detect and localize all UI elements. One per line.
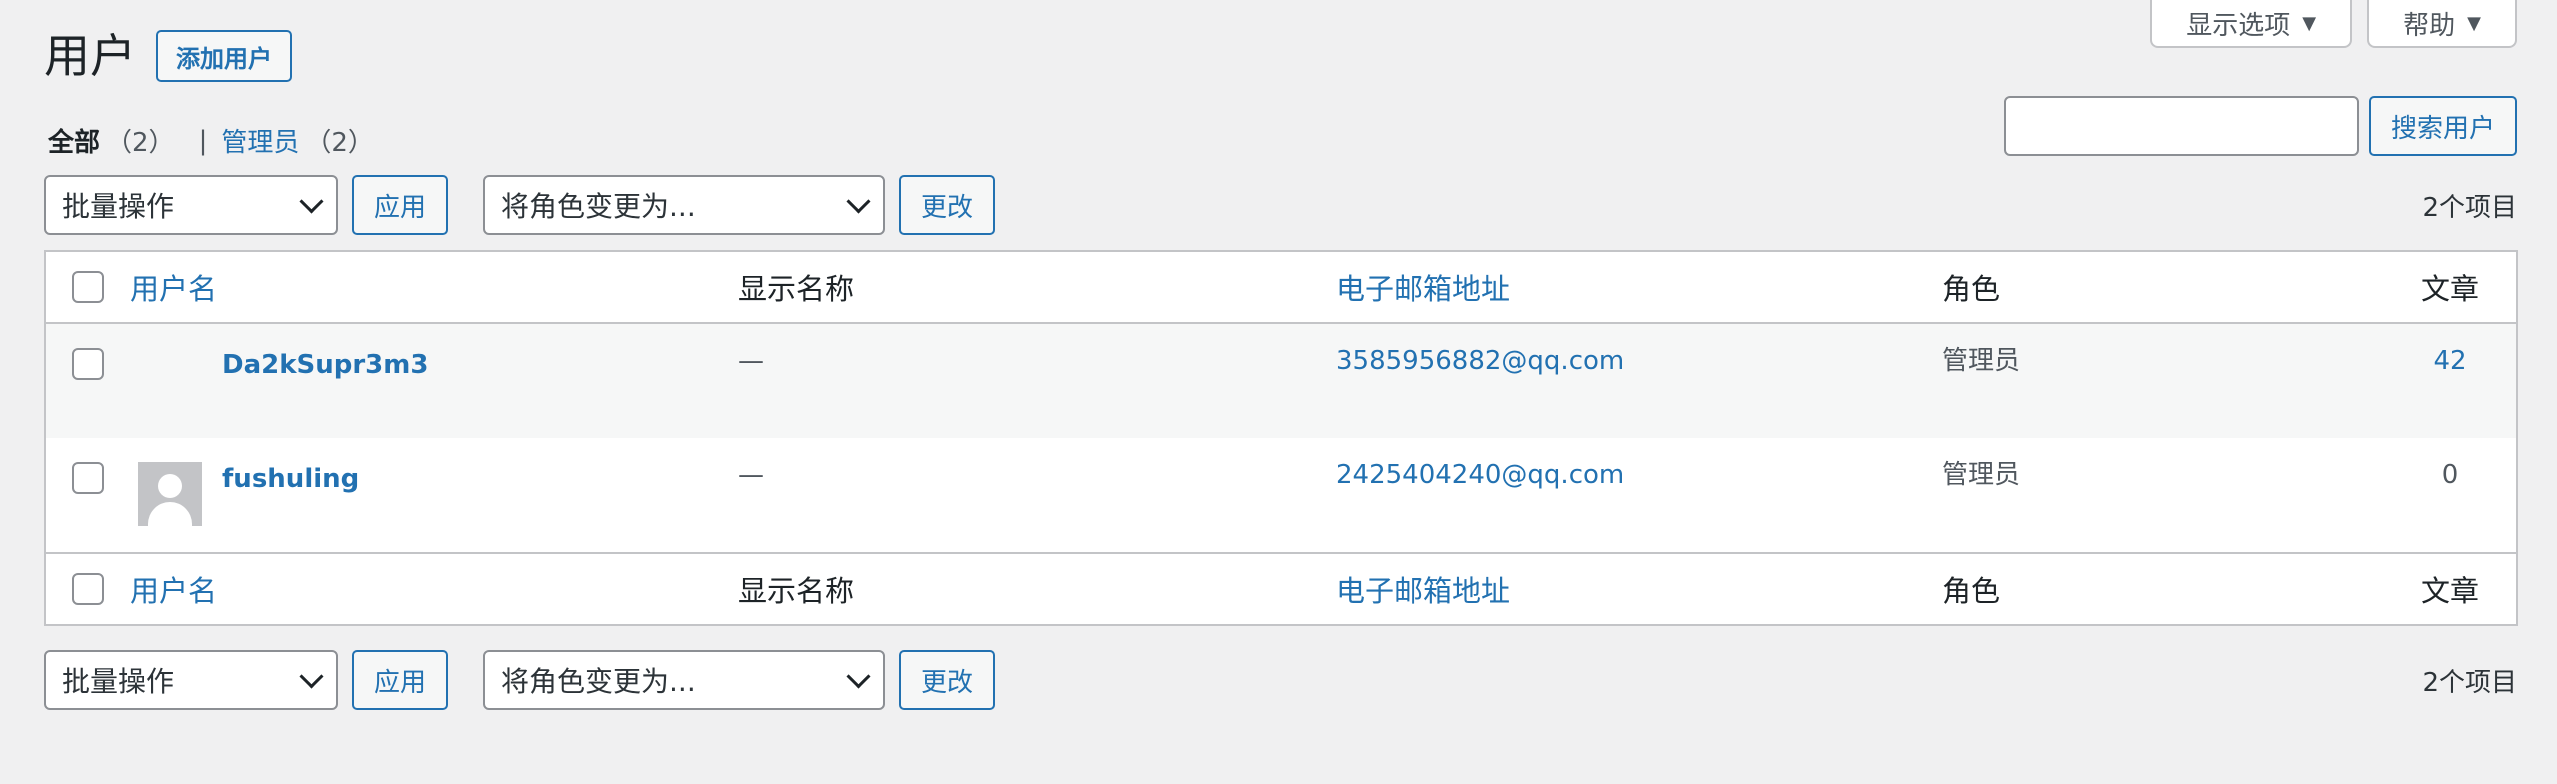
cell-role: 管理员 [1942, 348, 2390, 374]
cell-role: 管理员 [1942, 462, 2390, 488]
column-role-label: 角色 [1942, 574, 2001, 608]
select-all-cell [46, 573, 130, 605]
bulk-action-selected: 批量操作 [62, 665, 175, 698]
table-header-row: 用户名 显示名称 电子邮箱地址 角色 文章 [46, 252, 2516, 324]
page-title: 用户 [44, 29, 136, 83]
item-count: 2个项目 [2422, 192, 2517, 223]
apply-button[interactable]: 应用 [352, 650, 449, 710]
column-username: 用户名 [130, 568, 738, 610]
email-link[interactable]: 2425404240@qq.com [1336, 456, 1624, 490]
role-value: 管理员 [1942, 346, 2021, 376]
change-role-select[interactable]: 将角色变更为... [483, 650, 886, 710]
users-table: 用户名 显示名称 电子邮箱地址 角色 文章 Da2kSupr3m3 — 3585… [44, 250, 2518, 626]
triangle-down-icon: ▼ [2302, 12, 2317, 34]
column-posts-label: 文章 [2420, 272, 2479, 306]
column-name-label: 显示名称 [738, 574, 855, 608]
bulk-action-selected: 批量操作 [62, 190, 175, 223]
cell-username: fushuling [130, 462, 738, 526]
change-role-selected: 将角色变更为... [501, 190, 696, 223]
posts-count: 0 [2441, 460, 2459, 490]
filter-separator: | [198, 125, 208, 156]
column-username: 用户名 [130, 266, 738, 308]
avatar [138, 462, 202, 526]
tablenav-top: 批量操作 应用 将角色变更为... 更改 2个项目 [44, 175, 2517, 235]
cell-username: Da2kSupr3m3 [130, 348, 738, 412]
avatar-person-body [148, 502, 192, 526]
user-search-box: 搜索用户 [2003, 96, 2517, 156]
change-role-button[interactable]: 更改 [899, 650, 996, 710]
select-all-checkbox[interactable] [72, 271, 104, 303]
bulk-action-select[interactable]: 批量操作 [44, 175, 338, 235]
add-user-button[interactable]: 添加用户 [156, 30, 292, 82]
filter-admin-link[interactable]: 管理员 [221, 122, 299, 159]
help-label: 帮助 [2403, 10, 2456, 41]
change-role-select[interactable]: 将角色变更为... [483, 175, 886, 235]
item-count: 2个项目 [2422, 667, 2517, 698]
cell-email: 2425404240@qq.com [1336, 462, 1942, 488]
column-role: 角色 [1942, 266, 2390, 308]
column-name: 显示名称 [738, 266, 1336, 308]
screen-meta-links: 显示选项 ▼ 帮助 ▼ [2150, 0, 2517, 48]
posts-count-link[interactable]: 42 [2433, 342, 2466, 376]
filter-all-link[interactable]: 全部 [48, 122, 100, 159]
chevron-down-icon [846, 188, 871, 214]
column-role-label: 角色 [1942, 272, 2001, 306]
page-header: 用户 添加用户 [44, 30, 292, 82]
row-checkbox[interactable] [72, 462, 104, 494]
filter-all-count: （2） [106, 128, 175, 158]
cell-name: — [738, 462, 1336, 488]
role-filters: 全部 （2） | 管理员 （2） [48, 122, 374, 159]
apply-button[interactable]: 应用 [352, 175, 449, 235]
avatar-person-icon [158, 474, 182, 498]
screen-options-label: 显示选项 [2186, 10, 2291, 41]
username-link[interactable]: fushuling [222, 462, 359, 492]
triangle-down-icon: ▼ [2467, 12, 2481, 34]
cell-name: — [738, 348, 1336, 374]
filter-admin-count: （2） [305, 128, 374, 158]
table-row: fushuling — 2425404240@qq.com 管理员 0 [46, 438, 2516, 552]
row-checkbox-cell [46, 462, 130, 494]
change-role-selected: 将角色变更为... [501, 665, 696, 698]
select-all-checkbox[interactable] [72, 573, 104, 605]
column-name: 显示名称 [738, 568, 1336, 610]
avatar [138, 348, 202, 412]
chevron-down-icon [299, 188, 324, 214]
sort-email-link[interactable]: 电子邮箱地址 [1336, 272, 1510, 306]
select-all-cell [46, 271, 130, 303]
bulk-action-select[interactable]: 批量操作 [44, 650, 338, 710]
email-link[interactable]: 3585956882@qq.com [1336, 342, 1624, 376]
row-checkbox-cell [46, 348, 130, 380]
row-checkbox[interactable] [72, 348, 104, 380]
users-page: 显示选项 ▼ 帮助 ▼ 用户 添加用户 全部 （2） | 管理员 （2） 搜索用… [0, 0, 2557, 784]
column-name-label: 显示名称 [738, 272, 855, 306]
search-users-button[interactable]: 搜索用户 [2368, 96, 2517, 156]
table-footer-row: 用户名 显示名称 电子邮箱地址 角色 文章 [46, 552, 2516, 624]
display-name: — [738, 346, 764, 376]
table-row: Da2kSupr3m3 — 3585956882@qq.com 管理员 42 [46, 324, 2516, 438]
username-link[interactable]: Da2kSupr3m3 [222, 348, 428, 378]
column-email: 电子邮箱地址 [1336, 568, 1942, 610]
role-value: 管理员 [1942, 460, 2021, 490]
cell-posts: 0 [2390, 462, 2510, 488]
column-role: 角色 [1942, 568, 2390, 610]
sort-username-link[interactable]: 用户名 [130, 568, 217, 610]
help-button[interactable]: 帮助 ▼ [2367, 0, 2517, 48]
column-posts: 文章 [2390, 568, 2510, 610]
search-input[interactable] [2003, 96, 2359, 156]
sort-email-link[interactable]: 电子邮箱地址 [1336, 574, 1510, 608]
tablenav-bottom: 批量操作 应用 将角色变更为... 更改 2个项目 [44, 650, 2517, 710]
screen-options-button[interactable]: 显示选项 ▼ [2150, 0, 2353, 48]
chevron-down-icon [846, 663, 871, 689]
column-posts: 文章 [2390, 266, 2510, 308]
sort-username-link[interactable]: 用户名 [130, 266, 217, 308]
cell-email: 3585956882@qq.com [1336, 348, 1942, 374]
chevron-down-icon [299, 663, 324, 689]
column-posts-label: 文章 [2420, 574, 2479, 608]
column-email: 电子邮箱地址 [1336, 266, 1942, 308]
display-name: — [738, 460, 764, 490]
change-role-button[interactable]: 更改 [899, 175, 996, 235]
cell-posts: 42 [2390, 348, 2510, 374]
